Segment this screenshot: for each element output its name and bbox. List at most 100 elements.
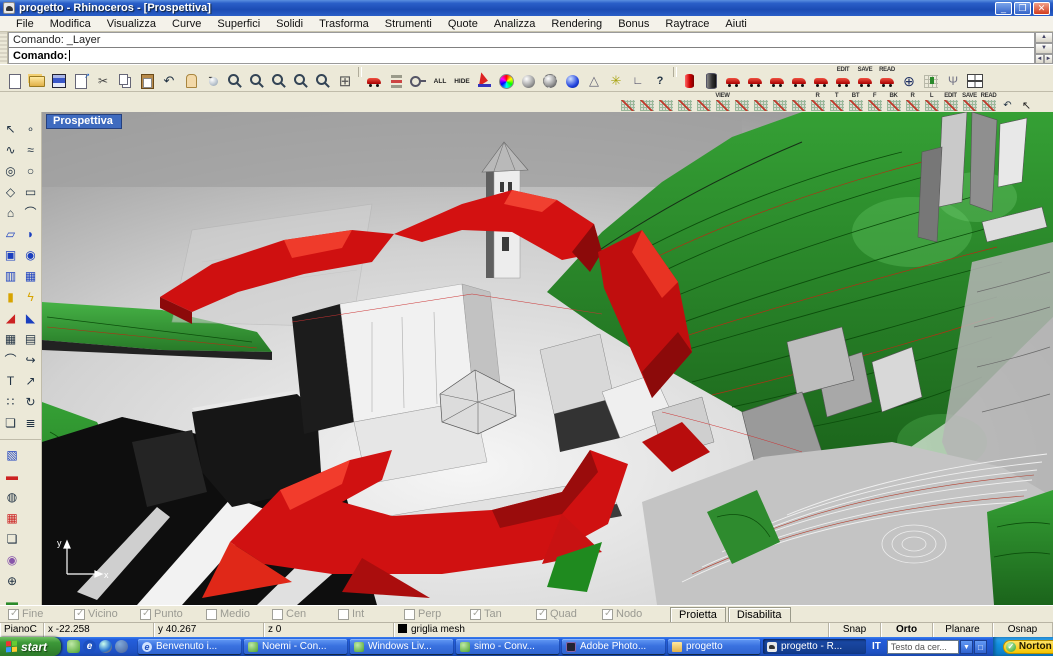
osnap-option[interactable]: Cen [272, 608, 338, 620]
view-toolbar-button[interactable]: T [827, 93, 846, 112]
sidebar-tool-button[interactable]: ◉ [2, 549, 22, 570]
toolbar-button[interactable] [363, 65, 385, 91]
sidebar-tool-button[interactable]: ❏ [1, 412, 21, 433]
menu-item[interactable]: Superfici [209, 17, 268, 31]
sidebar-tool-button[interactable]: ϟ [21, 286, 41, 307]
osnap-checkbox[interactable] [140, 609, 151, 620]
sidebar-tool-button[interactable]: ⌂ [1, 202, 21, 223]
menu-item[interactable]: Modifica [42, 17, 99, 31]
toolbar-button[interactable] [48, 65, 70, 91]
osnap-option[interactable]: Tan [470, 608, 536, 620]
toolbar-button[interactable]: △ [583, 65, 605, 91]
menu-item[interactable]: Quote [440, 17, 486, 31]
toolbar-button[interactable] [766, 65, 788, 91]
sidebar-tool-button[interactable]: ≣ [21, 412, 41, 433]
osnap-checkbox[interactable] [8, 609, 19, 620]
toolbar-button[interactable] [561, 65, 583, 91]
toolbar-button[interactable] [407, 65, 429, 91]
search-go-button[interactable]: □ [974, 640, 987, 654]
sidebar-tool-button[interactable]: ❏ [2, 528, 22, 549]
osnap-checkbox[interactable] [404, 609, 415, 620]
toolbar-button[interactable]: ALL [429, 65, 451, 91]
osnap-checkbox[interactable] [536, 609, 547, 620]
window-control-button[interactable]: ❐ [1014, 2, 1031, 15]
toolbar-button[interactable] [224, 65, 246, 91]
osnap-option[interactable]: Vicino [74, 608, 140, 620]
osnap-option[interactable]: Int [338, 608, 404, 620]
toolbar-button[interactable]: ⊕ [898, 65, 920, 91]
taskbar-window-button[interactable]: Windows Liv... [350, 639, 453, 654]
taskbar-window-button[interactable]: Adobe Photo... [562, 639, 665, 654]
status-cell[interactable]: PianoC [0, 623, 44, 637]
toolbar-button[interactable] [671, 67, 678, 89]
sidebar-tool-button[interactable]: ↖ [1, 118, 21, 139]
osnap-button[interactable]: Disabilita [728, 607, 791, 622]
menu-item[interactable]: Visualizza [99, 17, 164, 31]
toolbar-button[interactable] [268, 65, 290, 91]
sidebar-tool-button[interactable]: ⌒ [1, 349, 21, 370]
osnap-option[interactable]: Perp [404, 608, 470, 620]
taskbar-window-button[interactable]: simo - Conv... [456, 639, 559, 654]
sidebar-tool-button[interactable]: T [1, 370, 21, 391]
sidebar-tool-button[interactable]: ▮ [1, 286, 21, 307]
menu-item[interactable]: Strumenti [377, 17, 440, 31]
sidebar-tool-button[interactable]: ◉ [21, 244, 41, 265]
toolbar-button[interactable] [473, 65, 495, 91]
quick-launch-icon[interactable] [99, 640, 112, 653]
toolbar-button[interactable] [722, 65, 744, 91]
osnap-option[interactable]: Nodo [602, 608, 668, 620]
toolbar-button[interactable]: HIDE [451, 65, 473, 91]
osnap-option[interactable]: Quad [536, 608, 602, 620]
viewport-tab[interactable]: Prospettiva [46, 114, 122, 129]
command-history[interactable]: Comando: _Layer [9, 33, 1034, 48]
toolbar-button[interactable] [136, 65, 158, 91]
osnap-button[interactable]: Proietta [670, 607, 726, 622]
sidebar-tool-button[interactable]: ◢ [1, 307, 21, 328]
toolbar-button[interactable] [744, 65, 766, 91]
view-toolbar-button[interactable]: READ [979, 93, 998, 112]
sidebar-tool-button[interactable]: ◣ [21, 307, 41, 328]
sidebar-tool-button[interactable]: ↪ [21, 349, 41, 370]
sidebar-tool-button[interactable]: ▣ [1, 244, 21, 265]
sidebar-tool-button[interactable]: ⊕ [2, 570, 22, 591]
view-toolbar-button[interactable]: F [865, 93, 884, 112]
toolbar-button[interactable] [788, 65, 810, 91]
toolbar-button[interactable] [356, 67, 363, 89]
toolbar-button[interactable] [920, 65, 942, 91]
toolbar-button[interactable] [495, 65, 517, 91]
osnap-checkbox[interactable] [470, 609, 481, 620]
sidebar-tool-button[interactable]: ◗ [21, 223, 41, 244]
command-prompt[interactable]: Comando: [9, 48, 1034, 63]
quick-launch-icon[interactable]: e [83, 640, 96, 653]
toolbar-button[interactable] [4, 65, 26, 91]
toolbar-button[interactable] [539, 65, 561, 91]
menu-item[interactable]: Curve [164, 17, 209, 31]
toolbar-button[interactable]: ↶ [158, 65, 180, 91]
sidebar-tool-button[interactable]: ↻ [21, 391, 41, 412]
sidebar-tool-button[interactable]: ▭ [21, 181, 41, 202]
toolbar-button[interactable]: ✳ [605, 65, 627, 91]
sidebar-tool-button[interactable]: ▱ [1, 223, 21, 244]
view-toolbar-button[interactable]: EDIT [941, 93, 960, 112]
toolbar-button[interactable]: READ [876, 65, 898, 91]
view-toolbar-button[interactable] [618, 93, 637, 112]
sidebar-tool-button[interactable]: ∷ [1, 391, 21, 412]
taskbar-window-button[interactable]: progetto [668, 639, 760, 654]
view-toolbar-button[interactable] [732, 93, 751, 112]
osnap-checkbox[interactable] [272, 609, 283, 620]
view-toolbar-button[interactable] [751, 93, 770, 112]
view-toolbar-button[interactable]: R [903, 93, 922, 112]
sidebar-tool-button[interactable]: ▦ [21, 265, 41, 286]
scroll-down-button[interactable]: ▼ [1035, 43, 1053, 54]
toolbar-button[interactable] [385, 65, 407, 91]
status-cell[interactable]: z 0 [264, 623, 394, 637]
osnap-option[interactable]: Fine [8, 608, 74, 620]
osnap-checkbox[interactable] [338, 609, 349, 620]
view-toolbar-button[interactable]: R [808, 93, 827, 112]
scroll-left-button[interactable]: ◄ [1035, 54, 1044, 64]
toolbar-button[interactable] [678, 65, 700, 91]
view-toolbar-button[interactable]: BT [846, 93, 865, 112]
view-toolbar-button[interactable] [770, 93, 789, 112]
menu-item[interactable]: Solidi [268, 17, 311, 31]
view-toolbar-button[interactable] [637, 93, 656, 112]
